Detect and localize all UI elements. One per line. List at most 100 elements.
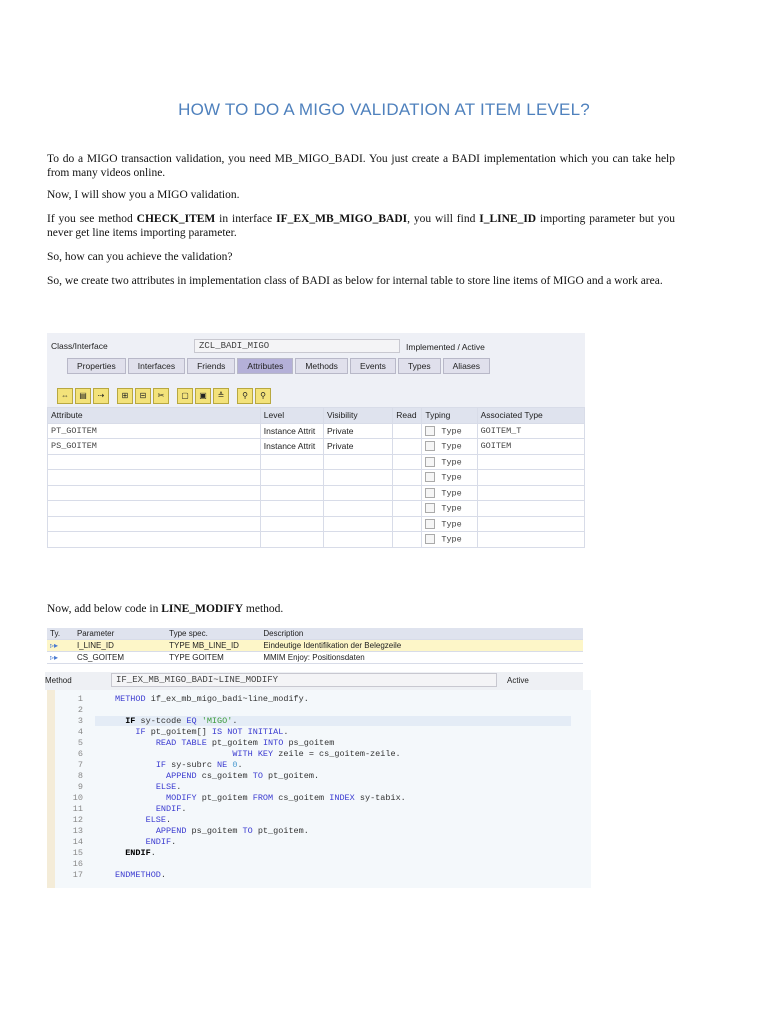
table-cell: CS_GOITEM [73, 651, 167, 664]
paste-icon[interactable]: ▣ [195, 388, 211, 404]
find-next-icon[interactable]: ⚲ [255, 388, 271, 404]
code-token: NE [217, 760, 233, 770]
table-header: Ty. Parameter Type spec. Description [47, 628, 583, 640]
table-cell [323, 500, 394, 517]
table-cell: MMIM Enjoy: Positionsdaten [260, 651, 583, 664]
code-token: . [171, 837, 177, 847]
copy-icon[interactable]: ▤ [75, 388, 91, 404]
tab-properties[interactable]: Properties [67, 358, 126, 374]
column-header: Associated Type [476, 407, 585, 424]
table-cell[interactable] [392, 515, 423, 532]
table-cell [47, 515, 261, 532]
code-token: . [237, 760, 243, 770]
line-number: 4 [77, 727, 83, 737]
code-token: sy-subrc [166, 760, 218, 770]
code-token: sy-tabix. [354, 793, 406, 803]
code-token: if_ex_mb_migo_badi~line_modify. [150, 694, 309, 704]
parameter-row[interactable]: ▹▸ CS_GOITEM TYPE GOITEM MMIM Enjoy: Positi… [47, 651, 583, 664]
code-token: . [166, 815, 172, 825]
table-cell[interactable] [392, 531, 423, 548]
code-token: WITH KEY [232, 749, 274, 759]
tab-attributes[interactable]: Attributes [237, 358, 294, 374]
line-number: 7 [77, 760, 83, 770]
code-token: ELSE [145, 815, 167, 825]
class-status: Implemented / Active [406, 342, 485, 352]
cell-text: Type [441, 534, 462, 545]
table-row: Type [47, 531, 585, 548]
read-only-checkbox[interactable] [425, 472, 436, 483]
table-row: Type [47, 453, 585, 470]
table-cell [47, 469, 261, 486]
cut-icon[interactable]: ✂ [153, 388, 169, 404]
code-token: pt_goitem [196, 793, 253, 803]
table-cell[interactable] [392, 484, 423, 501]
copy2-icon[interactable]: ▢ [177, 388, 193, 404]
code-token: cs_goitem [196, 771, 253, 781]
method-status: Active [507, 676, 529, 685]
move-icon[interactable]: ⇢ [93, 388, 109, 404]
column-header: Visibility [323, 407, 394, 424]
cell-text: Type [441, 441, 462, 452]
cell-text: Type [441, 456, 462, 467]
read-only-checkbox[interactable] [425, 518, 436, 529]
read-only-checkbox[interactable] [425, 441, 436, 452]
read-only-checkbox[interactable] [425, 534, 436, 545]
table-cell[interactable] [392, 469, 423, 486]
table-cell [259, 500, 325, 517]
table-cell: Instance Attrit [259, 422, 325, 439]
cell-text: Type [441, 503, 462, 514]
tab-types[interactable]: Types [397, 358, 441, 374]
table-cell: GOITEM [476, 438, 585, 455]
tab-aliases[interactable]: Aliases [442, 358, 491, 374]
table-cell[interactable] [392, 438, 423, 455]
table-cell[interactable] [392, 500, 423, 517]
code-token: ENDIF [145, 837, 172, 847]
table-cell: Type [421, 438, 478, 455]
code-editor[interactable]: 1 METHOD if_ex_mb_migo_badi~line_modify. 2… [47, 690, 591, 888]
code-token: . [181, 804, 187, 814]
read-only-checkbox[interactable] [425, 487, 436, 498]
read-only-checkbox[interactable] [425, 425, 436, 436]
details-icon[interactable]: ≙ [213, 388, 229, 404]
column-header: Attribute [47, 407, 261, 424]
line-number: 1 [77, 694, 83, 704]
insert-row-icon[interactable]: ⇔ [57, 388, 73, 404]
tab-friends[interactable]: Friends [187, 358, 236, 374]
code-token: ELSE [155, 782, 177, 792]
table-cell: Eindeutige Identifikation der Belegzeile [260, 639, 583, 652]
table-cell[interactable] [392, 453, 423, 470]
code-token: . [283, 727, 289, 737]
code-line: APPEND cs_goitem TO pt_goitem. [115, 771, 319, 781]
tab-interfaces[interactable]: Interfaces [127, 358, 186, 374]
read-only-checkbox[interactable] [425, 456, 436, 467]
read-only-checkbox[interactable] [425, 503, 436, 514]
tab-events[interactable]: Events [349, 358, 396, 374]
text-run: If you see method [47, 213, 137, 225]
cell-text: PS_GOITEM [51, 441, 97, 452]
remove-icon[interactable]: ⊟ [135, 388, 151, 404]
table-cell [323, 453, 394, 470]
method-name-field[interactable]: IF_EX_MB_MIGO_BADI~LINE_MODIFY [111, 673, 497, 687]
code-token: FROM [252, 793, 274, 803]
text-run: Now, add below code in [47, 603, 162, 615]
line-number: 14 [72, 837, 83, 847]
line-number: 17 [72, 870, 83, 880]
find-icon[interactable]: ⚲ [237, 388, 253, 404]
code-line: IF pt_goitem[] IS NOT INITIAL. [115, 727, 288, 737]
table-cell [259, 515, 325, 532]
paragraph: To do a MIGO transaction validation, you… [47, 152, 675, 180]
code-token: TO [252, 771, 263, 781]
class-name-field[interactable]: ZCL_BADI_MIGO [194, 339, 400, 353]
code-line: IF sy-tcode EQ 'MIGO'. [95, 716, 571, 726]
tab-methods[interactable]: Methods [295, 358, 348, 374]
table-cell[interactable] [392, 422, 423, 439]
cell-text: GOITEM [480, 441, 512, 452]
code-token: . [232, 716, 238, 726]
line-number: 8 [77, 771, 83, 781]
parameter-row[interactable]: ▹▸ I_LINE_ID TYPE MB_LINE_ID Eindeutige Ide… [47, 639, 583, 652]
add-icon[interactable]: ⊞ [117, 388, 133, 404]
